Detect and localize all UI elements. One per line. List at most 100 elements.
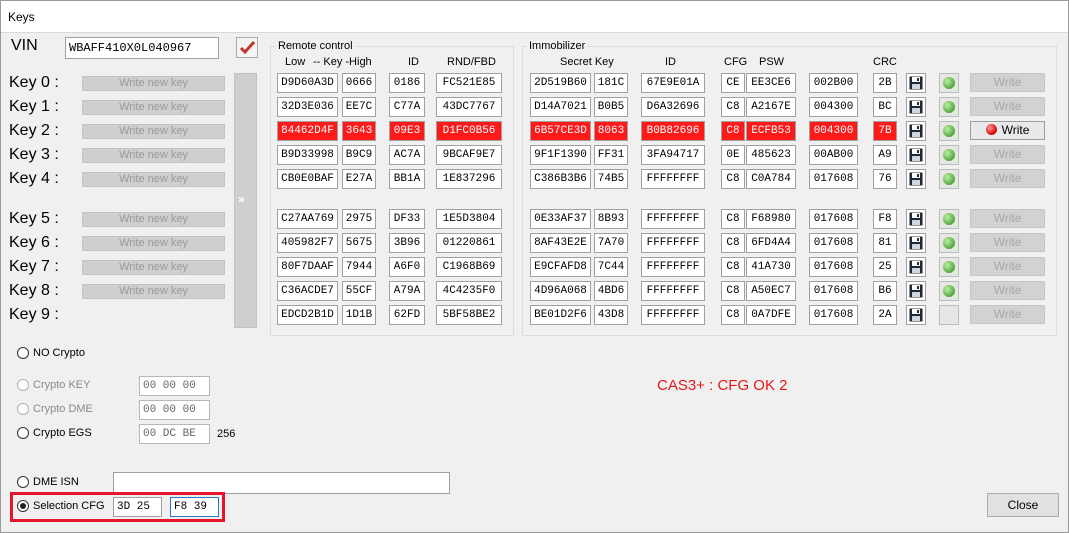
immo-cfg-cell[interactable]: C8	[721, 257, 745, 277]
dme-isn-field[interactable]	[113, 472, 450, 494]
remote-id-cell[interactable]: 62FD	[389, 305, 425, 325]
remote-rnd-cell[interactable]: FC521E85	[436, 73, 502, 93]
immo-sk1-cell[interactable]: 2D519B60	[530, 73, 591, 93]
write-button-1[interactable]: Write	[970, 97, 1045, 116]
remote-high-cell[interactable]: 1D1B	[342, 305, 376, 325]
immo-id-cell[interactable]: FFFFFFFF	[641, 209, 705, 229]
write-button-4[interactable]: Write	[970, 169, 1045, 188]
write-button-7[interactable]: Write	[970, 257, 1045, 276]
transfer-arrow-button[interactable]: »	[234, 73, 257, 328]
immo-id-cell[interactable]: D6A32696	[641, 97, 705, 117]
write-button-5[interactable]: Write	[970, 209, 1045, 228]
immo-sk2-cell[interactable]: 7A70	[594, 233, 628, 253]
remote-rnd-cell[interactable]: 9BCAF9E7	[436, 145, 502, 165]
immo-crc-cell[interactable]: 25	[873, 257, 897, 277]
immo-psw-cell[interactable]: ECFB53	[746, 121, 796, 141]
radio-crypto-egs[interactable]	[17, 427, 29, 439]
immo-sk2-cell[interactable]: 4BD6	[594, 281, 628, 301]
immo-sk1-cell[interactable]: 8AF43E2E	[530, 233, 591, 253]
verify-button-1[interactable]	[939, 97, 959, 117]
verify-button-2[interactable]	[939, 121, 959, 141]
remote-id-cell[interactable]: 0186	[389, 73, 425, 93]
radio-dme-isn[interactable]	[17, 476, 29, 488]
remote-high-cell[interactable]: 55CF	[342, 281, 376, 301]
immo-psw-cell[interactable]: F68980	[746, 209, 796, 229]
close-button[interactable]: Close	[987, 493, 1059, 517]
immo-cfg-cell[interactable]: 0E	[721, 145, 745, 165]
immo-psw-cell[interactable]: A2167E	[746, 97, 796, 117]
immo-crc-cell[interactable]: B6	[873, 281, 897, 301]
remote-id-cell[interactable]: 3B96	[389, 233, 425, 253]
immo-sk2-cell[interactable]: 74B5	[594, 169, 628, 189]
write-new-key-button-4[interactable]: Write new key	[82, 172, 225, 187]
immo-psw-cell[interactable]: 6FD4A4	[746, 233, 796, 253]
radio-crypto-key[interactable]	[17, 379, 29, 391]
vin-confirm-button[interactable]	[236, 37, 258, 58]
immo-sk2-cell[interactable]: B0B5	[594, 97, 628, 117]
remote-high-cell[interactable]: 3643	[342, 121, 376, 141]
remote-rnd-cell[interactable]: 1E837296	[436, 169, 502, 189]
verify-button-6[interactable]	[939, 233, 959, 253]
immo-crc-cell[interactable]: 7B	[873, 121, 897, 141]
immo-crc-cell[interactable]: 2B	[873, 73, 897, 93]
write-button-0[interactable]: Write	[970, 73, 1045, 92]
immo-cfg-cell[interactable]: C8	[721, 169, 745, 189]
immo-id-cell[interactable]: FFFFFFFF	[641, 305, 705, 325]
immo-sk1-cell[interactable]: 0E33AF37	[530, 209, 591, 229]
immo-cfg-cell[interactable]: C8	[721, 121, 745, 141]
immo-id-cell[interactable]: B0B82696	[641, 121, 705, 141]
write-button-3[interactable]: Write	[970, 145, 1045, 164]
save-button-7[interactable]	[906, 257, 926, 277]
remote-id-cell[interactable]: 09E3	[389, 121, 425, 141]
save-button-1[interactable]	[906, 97, 926, 117]
crypto-key-field[interactable]: 00 00 00	[139, 376, 210, 396]
remote-high-cell[interactable]: EE7C	[342, 97, 376, 117]
immo-crc-cell[interactable]: BC	[873, 97, 897, 117]
immo-id-cell[interactable]: FFFFFFFF	[641, 257, 705, 277]
immo-cfg-cell[interactable]: C8	[721, 97, 745, 117]
immo-id-cell[interactable]: FFFFFFFF	[641, 169, 705, 189]
immo-sk1-cell[interactable]: E9CFAFD8	[530, 257, 591, 277]
remote-rnd-cell[interactable]: 4C4235F0	[436, 281, 502, 301]
write-new-key-button-1[interactable]: Write new key	[82, 100, 225, 115]
immo-cfg-cell[interactable]: C8	[721, 209, 745, 229]
immo-psw2-cell[interactable]: 017608	[809, 305, 858, 325]
verify-button-3[interactable]	[939, 145, 959, 165]
vin-field[interactable]: WBAFF410X0L040967	[65, 37, 219, 59]
remote-low-cell[interactable]: C36ACDE7	[277, 281, 338, 301]
remote-low-cell[interactable]: 84462D4F	[277, 121, 338, 141]
write-new-key-button-3[interactable]: Write new key	[82, 148, 225, 163]
verify-button-8[interactable]	[939, 281, 959, 301]
immo-psw-cell[interactable]: EE3CE6	[746, 73, 796, 93]
immo-crc-cell[interactable]: 2A	[873, 305, 897, 325]
remote-low-cell[interactable]: EDCD2B1D	[277, 305, 338, 325]
immo-crc-cell[interactable]: 81	[873, 233, 897, 253]
crypto-dme-field[interactable]: 00 00 00	[139, 400, 210, 420]
immo-sk2-cell[interactable]: 43D8	[594, 305, 628, 325]
save-button-3[interactable]	[906, 145, 926, 165]
remote-rnd-cell[interactable]: 5BF58BE2	[436, 305, 502, 325]
remote-rnd-cell[interactable]: D1FC0B56	[436, 121, 502, 141]
save-button-0[interactable]	[906, 73, 926, 93]
verify-button-7[interactable]	[939, 257, 959, 277]
immo-psw2-cell[interactable]: 017608	[809, 281, 858, 301]
immo-cfg-cell[interactable]: C8	[721, 233, 745, 253]
immo-psw2-cell[interactable]: 017608	[809, 209, 858, 229]
remote-low-cell[interactable]: 405982F7	[277, 233, 338, 253]
immo-psw-cell[interactable]: 485623	[746, 145, 796, 165]
immo-id-cell[interactable]: 67E9E01A	[641, 73, 705, 93]
remote-rnd-cell[interactable]: C1968B69	[436, 257, 502, 277]
remote-rnd-cell[interactable]: 1E5D3804	[436, 209, 502, 229]
remote-high-cell[interactable]: B9C9	[342, 145, 376, 165]
remote-high-cell[interactable]: 7944	[342, 257, 376, 277]
write-button-9[interactable]: Write	[970, 305, 1045, 324]
immo-sk2-cell[interactable]: 8B93	[594, 209, 628, 229]
remote-high-cell[interactable]: 2975	[342, 209, 376, 229]
immo-cfg-cell[interactable]: CE	[721, 73, 745, 93]
immo-sk1-cell[interactable]: BE01D2F6	[530, 305, 591, 325]
write-button-8[interactable]: Write	[970, 281, 1045, 300]
remote-high-cell[interactable]: E27A	[342, 169, 376, 189]
remote-low-cell[interactable]: 32D3E036	[277, 97, 338, 117]
immo-psw-cell[interactable]: C0A784	[746, 169, 796, 189]
remote-id-cell[interactable]: C77A	[389, 97, 425, 117]
